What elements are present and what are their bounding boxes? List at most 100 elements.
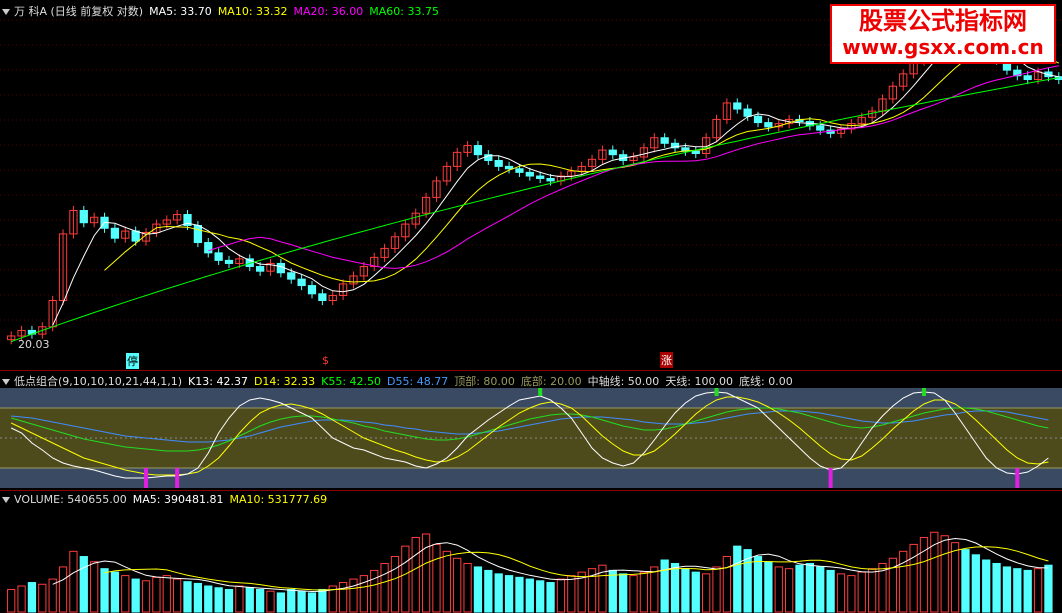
volume-bar [141, 580, 151, 613]
volume-bar [38, 583, 47, 613]
price-panel[interactable]: 万 科A (日线 前复权 对数) MA5: 33.70 MA10: 33.32 MA2… [0, 0, 1062, 371]
volume-panel[interactable]: VOLUME: 540655.00 MA5: 390481.81 MA10: 531… [0, 490, 1062, 613]
candle-body [525, 171, 534, 177]
top-value: 顶部: 80.00 [454, 375, 515, 388]
candle-body [110, 227, 120, 239]
floor-value: 底线: 0.00 [739, 375, 793, 388]
candle-body [816, 125, 825, 131]
collapse-arrow-icon[interactable] [2, 9, 10, 15]
sky-value: 天线: 100.00 [665, 375, 734, 388]
volume-bar [702, 573, 711, 613]
volume-bar [764, 561, 773, 613]
volume-bar [494, 573, 503, 613]
watermark-title: 股票公式指标网 [859, 7, 1027, 35]
volume-bar [1023, 569, 1032, 613]
volume-bar [515, 576, 524, 613]
volume-bar [193, 582, 203, 613]
volume-bar [712, 566, 721, 613]
volume-bar [318, 588, 327, 613]
volume-bar [380, 562, 389, 613]
volume-bar [504, 575, 514, 613]
candle-body [307, 285, 317, 295]
volume-bar [266, 590, 275, 613]
volume-bar [463, 562, 472, 613]
volume-bar [805, 562, 815, 613]
candle-body [79, 209, 88, 224]
volume-bar [982, 559, 991, 613]
volume-value: VOLUME: 540655.00 [14, 493, 127, 506]
d14-value: D14: 32.33 [253, 375, 316, 388]
volume-bar [421, 533, 431, 613]
volume-bar [733, 545, 742, 613]
low-price-label: 20.03 [18, 338, 50, 351]
volume-bar [432, 543, 441, 613]
volume-bar [390, 556, 400, 613]
volume-bar [69, 550, 78, 613]
k55-value: K55: 42.50 [321, 375, 382, 388]
oscillator-panel[interactable]: 低点组合(9,10,10,10,21,44,1,1) K13: 42.37 D14:… [0, 370, 1062, 491]
volume-bar [691, 571, 700, 613]
ma20-line [208, 65, 1059, 269]
volume-bar [235, 585, 244, 613]
candle-body [297, 278, 306, 287]
volume-bar [919, 536, 929, 613]
volume-bar [546, 582, 555, 613]
volume-bar [121, 575, 130, 613]
candle-body [504, 165, 514, 170]
volume-bar [473, 566, 483, 613]
osc-bottom-zone [0, 468, 1062, 488]
candle-body [494, 159, 503, 167]
volume-bar [370, 569, 379, 613]
volume-chart[interactable] [0, 490, 1062, 613]
candle-body [743, 108, 752, 117]
buy-signal-bar [144, 468, 149, 488]
volume-bar [639, 571, 649, 613]
osc-header: 低点组合(9,10,10,10,21,44,1,1) K13: 42.37 D14:… [2, 373, 799, 389]
candle-body [287, 272, 296, 280]
volume-bar [774, 566, 783, 613]
volume-bar [722, 556, 732, 613]
candle-body [473, 145, 483, 156]
candle-body [764, 122, 773, 128]
volume-bar [826, 569, 835, 613]
candle-body [733, 102, 742, 110]
volume-bar [567, 575, 576, 613]
volume-bar [1013, 568, 1022, 613]
vol-ma10-value: MA10: 531777.69 [229, 493, 328, 506]
volume-bar [784, 568, 794, 613]
volume-bar [411, 536, 420, 613]
collapse-arrow-icon[interactable] [2, 379, 10, 385]
collapse-arrow-icon[interactable] [2, 497, 10, 503]
volume-bar [867, 568, 877, 613]
suspension-marker[interactable]: 停 [126, 353, 139, 369]
volume-bar [58, 566, 68, 613]
volume-bar [629, 575, 638, 613]
candle-body [515, 168, 524, 173]
volume-bar [131, 578, 140, 613]
candle-body [691, 150, 700, 155]
volume-bar [857, 571, 866, 613]
volume-bar [650, 566, 659, 613]
volume-bar [525, 578, 534, 613]
mid-value: 中轴线: 50.00 [587, 375, 660, 388]
candle-body [1023, 75, 1032, 81]
volume-bar [950, 542, 960, 613]
volume-bar [100, 568, 109, 613]
volume-bar [660, 559, 669, 613]
candle-body [753, 115, 763, 124]
candle-body [255, 266, 265, 272]
ma5-line [52, 32, 1059, 326]
volume-bar [536, 580, 545, 613]
dividend-marker[interactable]: $ [322, 354, 329, 367]
volume-bar [183, 581, 192, 613]
volume-bar [7, 588, 16, 613]
volume-bar [961, 549, 970, 613]
limit-up-marker[interactable]: 涨 [660, 352, 673, 368]
vol-ma5-value: MA5: 390481.81 [132, 493, 224, 506]
volume-bar [90, 561, 99, 613]
ma20-value: MA20: 36.00 [293, 5, 364, 18]
top-signal-bar [538, 388, 543, 396]
volume-bar [245, 587, 254, 613]
volume-bar [27, 582, 37, 613]
candle-body [660, 137, 669, 144]
